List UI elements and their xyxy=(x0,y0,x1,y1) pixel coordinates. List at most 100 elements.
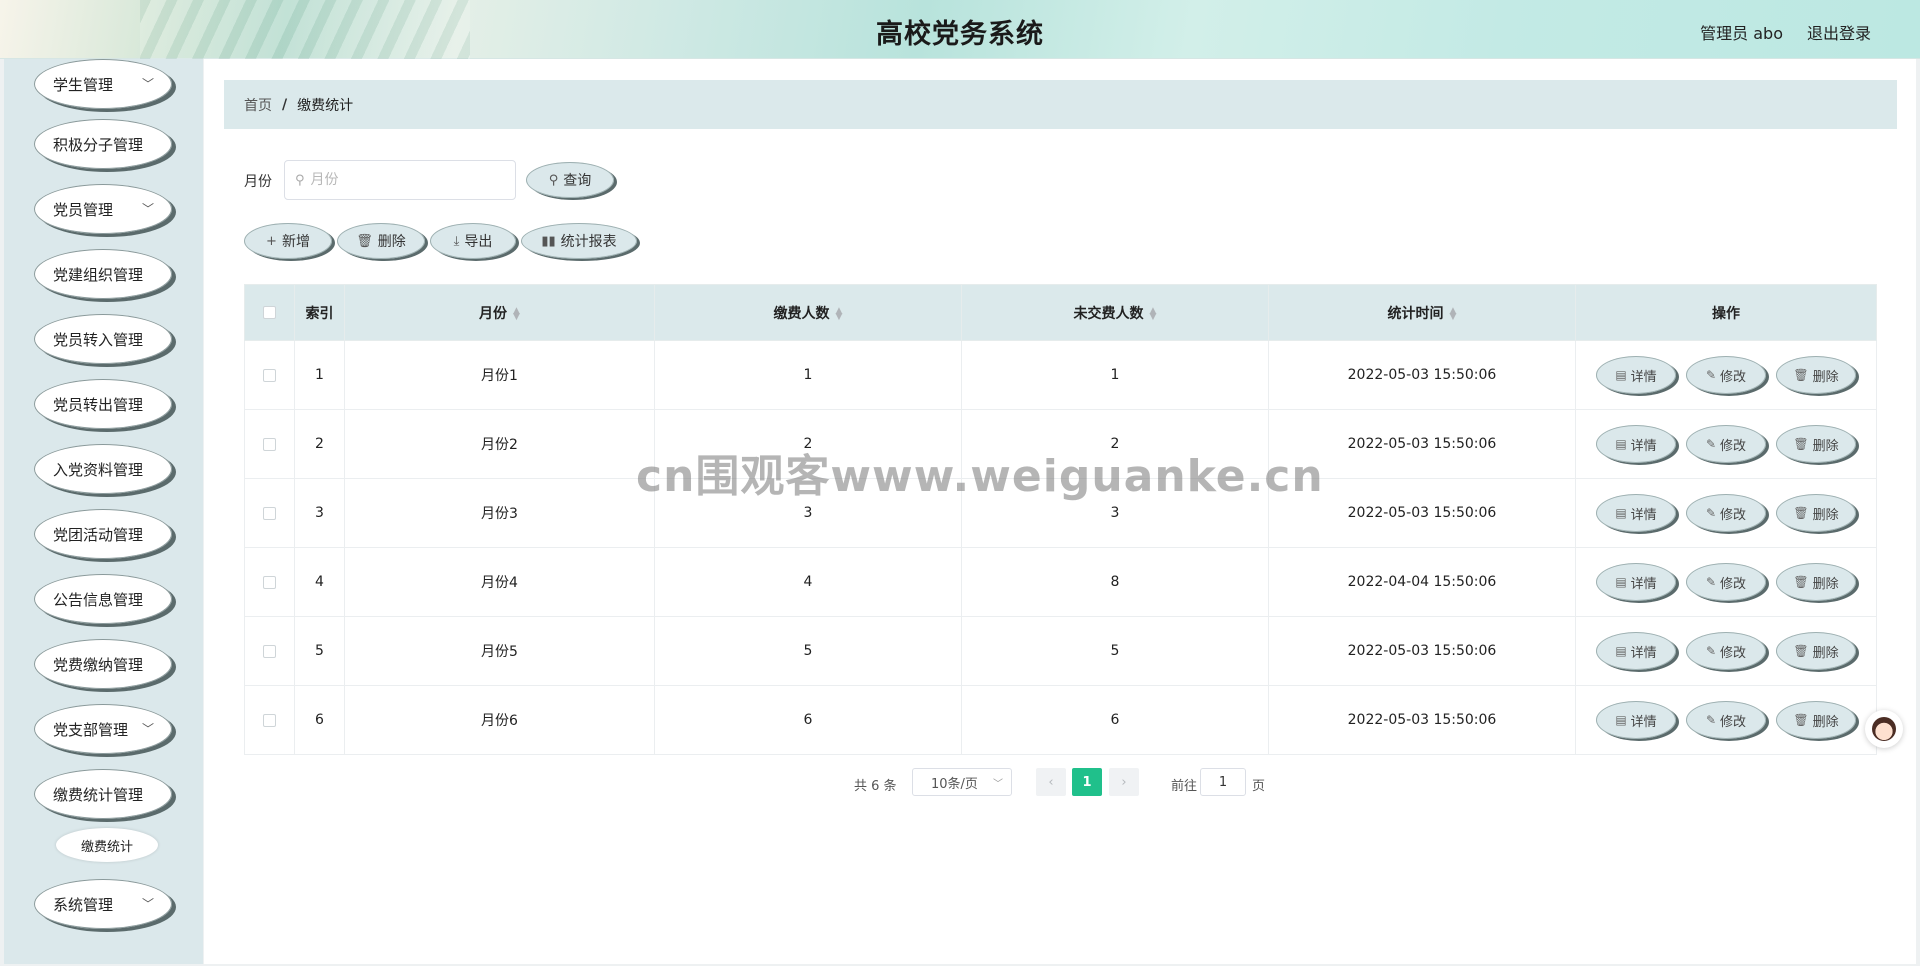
month-filter-field[interactable]: ⚲ xyxy=(284,160,516,200)
column-header-unpaid[interactable]: 未交费人数 ▲ ▼ xyxy=(961,284,1269,341)
row-actions: ▤ 详情 ✎ 修改 🗑 删除 xyxy=(1576,563,1876,601)
sort-icon[interactable]: ▲ ▼ xyxy=(1150,306,1157,321)
detail-button[interactable]: ▤ 详情 xyxy=(1596,494,1676,532)
detail-button-label: 详情 xyxy=(1630,369,1657,385)
delete-button[interactable]: 🗑 删除 xyxy=(1776,494,1856,532)
row-checkbox[interactable] xyxy=(263,644,276,658)
column-header-label: 统计时间 xyxy=(1387,305,1444,322)
sidebar-item-label: 入党资料管理 xyxy=(53,460,144,479)
sidebar-item-dues[interactable]: 党费缴纳管理 xyxy=(34,639,172,689)
column-header-index: 索引 xyxy=(294,284,345,341)
sidebar-item-organization[interactable]: 党建组织管理 xyxy=(34,249,172,299)
add-button[interactable]: + 新增 xyxy=(244,223,332,259)
trash-icon: 🗑 xyxy=(1793,575,1809,589)
cell-index: 5 xyxy=(294,616,345,686)
column-header-paid[interactable]: 缴费人数 ▲ ▼ xyxy=(654,284,962,341)
delete-button[interactable]: 🗑 删除 xyxy=(1776,425,1856,463)
row-checkbox[interactable] xyxy=(263,368,276,382)
row-checkbox[interactable] xyxy=(263,437,276,451)
sidebar: 学生管理 ﹀ 积极分子管理 党员管理 ﹀ 党建组织管理 党员转入管理 党员转出管… xyxy=(4,59,203,964)
export-button[interactable]: ⤓ 导出 xyxy=(430,223,516,259)
cell-month: 月份4 xyxy=(344,547,655,617)
detail-button[interactable]: ▤ 详情 xyxy=(1596,632,1676,670)
sidebar-item-notices[interactable]: 公告信息管理 xyxy=(34,574,172,624)
column-header-month[interactable]: 月份 ▲ ▼ xyxy=(344,284,655,341)
breadcrumb-home[interactable]: 首页 xyxy=(244,95,272,115)
edit-button[interactable]: ✎ 修改 xyxy=(1686,701,1766,739)
chevron-down-icon: ﹀ xyxy=(141,722,154,736)
sort-icon[interactable]: ▲ ▼ xyxy=(513,306,520,321)
sidebar-subitem-payment-stats[interactable]: 缴费统计 xyxy=(56,828,158,862)
breadcrumb: 首页 / 缴费统计 xyxy=(224,80,1897,129)
edit-button[interactable]: ✎ 修改 xyxy=(1686,563,1766,601)
sidebar-item-payment-stats[interactable]: 缴费统计管理 xyxy=(34,769,172,819)
sidebar-item-label: 积极分子管理 xyxy=(53,135,144,154)
delete-button-label: 删除 xyxy=(1812,645,1839,661)
document-icon: ▤ xyxy=(1615,575,1627,589)
select-all-checkbox[interactable] xyxy=(263,306,276,319)
delete-button[interactable]: 🗑 删除 xyxy=(1776,356,1856,394)
trash-icon: 🗑 xyxy=(1793,713,1809,727)
sidebar-item-branch[interactable]: 党支部管理 ﹀ xyxy=(34,704,172,754)
row-checkbox[interactable] xyxy=(263,506,276,520)
sidebar-item-transfer-in[interactable]: 党员转入管理 xyxy=(34,314,172,364)
chevron-down-icon: ﹀ xyxy=(141,77,154,91)
edit-button[interactable]: ✎ 修改 xyxy=(1686,425,1766,463)
detail-button-label: 详情 xyxy=(1630,714,1657,730)
next-page-button[interactable]: › xyxy=(1109,768,1139,796)
column-header-time[interactable]: 统计时间 ▲ ▼ xyxy=(1268,284,1576,341)
report-button[interactable]: ▮▮ 统计报表 xyxy=(521,223,637,259)
sidebar-item-member[interactable]: 党员管理 ﹀ xyxy=(34,184,172,234)
goto-page-input[interactable] xyxy=(1203,774,1243,790)
detail-button[interactable]: ▤ 详情 xyxy=(1596,425,1676,463)
sidebar-item-system[interactable]: 系统管理 ﹀ xyxy=(34,879,172,929)
sort-icon[interactable]: ▲ ▼ xyxy=(836,306,843,321)
row-checkbox[interactable] xyxy=(263,575,276,589)
prev-page-button[interactable]: ‹ xyxy=(1036,768,1066,796)
row-actions: ▤ 详情 ✎ 修改 🗑 删除 xyxy=(1576,494,1876,532)
sidebar-item-transfer-out[interactable]: 党员转出管理 xyxy=(34,379,172,429)
bulk-delete-button-label: 删除 xyxy=(377,234,406,250)
select-all-cell xyxy=(244,284,295,341)
edit-button[interactable]: ✎ 修改 xyxy=(1686,632,1766,670)
row-actions: ▤ 详情 ✎ 修改 🗑 删除 xyxy=(1576,701,1876,739)
sidebar-item-label: 党员转出管理 xyxy=(53,395,144,414)
sidebar-item-materials[interactable]: 入党资料管理 xyxy=(34,444,172,494)
row-select-cell xyxy=(244,685,295,755)
logout-link[interactable]: 退出登录 xyxy=(1807,20,1871,44)
floating-assistant-avatar[interactable] xyxy=(1865,710,1903,748)
page-number-current[interactable]: 1 xyxy=(1072,768,1102,796)
chevron-down-icon: ﹀ xyxy=(141,202,154,216)
sidebar-item-activist[interactable]: 积极分子管理 xyxy=(34,119,172,169)
search-icon: ⚲ xyxy=(295,172,305,188)
detail-button[interactable]: ▤ 详情 xyxy=(1596,563,1676,601)
search-button[interactable]: ⚲ 查询 xyxy=(526,162,614,198)
sort-icon[interactable]: ▲ ▼ xyxy=(1450,306,1457,321)
delete-button[interactable]: 🗑 删除 xyxy=(1776,701,1856,739)
edit-button-label: 修改 xyxy=(1720,576,1747,592)
sidebar-item-activities[interactable]: 党团活动管理 xyxy=(34,509,172,559)
cell-paid: 5 xyxy=(654,616,962,686)
delete-button[interactable]: 🗑 删除 xyxy=(1776,632,1856,670)
edit-button[interactable]: ✎ 修改 xyxy=(1686,494,1766,532)
sidebar-item-label: 党团活动管理 xyxy=(53,525,144,544)
row-actions: ▤ 详情 ✎ 修改 🗑 删除 xyxy=(1576,632,1876,670)
goto-field[interactable] xyxy=(1200,768,1246,796)
sidebar-item-label: 党建组织管理 xyxy=(53,265,144,284)
detail-button-label: 详情 xyxy=(1630,645,1657,661)
search-icon: ⚲ xyxy=(548,172,559,188)
edit-button[interactable]: ✎ 修改 xyxy=(1686,356,1766,394)
detail-button[interactable]: ▤ 详情 xyxy=(1596,356,1676,394)
page-size-select[interactable]: 10条/页 ﹀ xyxy=(912,768,1012,796)
month-search-input[interactable] xyxy=(310,172,501,188)
edit-button-label: 修改 xyxy=(1720,714,1747,730)
row-checkbox[interactable] xyxy=(263,713,276,727)
sidebar-item-label: 系统管理 xyxy=(53,895,114,914)
detail-button[interactable]: ▤ 详情 xyxy=(1596,701,1676,739)
edit-button-label: 修改 xyxy=(1720,438,1747,454)
bulk-delete-button[interactable]: 🗑 删除 xyxy=(337,223,425,259)
delete-button-label: 删除 xyxy=(1812,507,1839,523)
delete-button[interactable]: 🗑 删除 xyxy=(1776,563,1856,601)
sidebar-item-student[interactable]: 学生管理 ﹀ xyxy=(34,59,172,109)
column-header-label: 月份 xyxy=(479,305,508,322)
